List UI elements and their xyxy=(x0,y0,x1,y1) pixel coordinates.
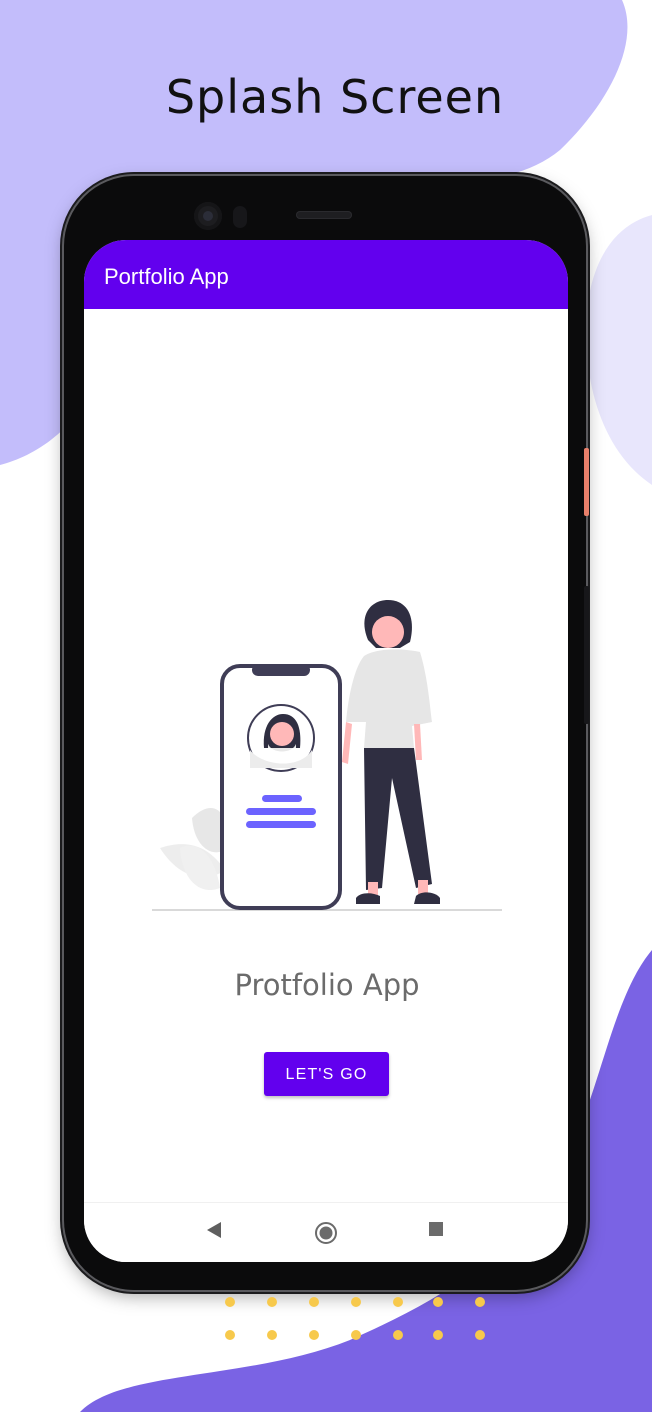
page-headline: Splash Screen xyxy=(165,70,505,124)
illustrated-phone xyxy=(220,664,342,910)
app-name-heading: Protfolio App xyxy=(234,968,420,1002)
phone-screen: Portfolio App Protfolio App LET'S GO xyxy=(84,240,568,1262)
right-light-blob xyxy=(585,215,652,485)
front-camera xyxy=(194,202,222,230)
phone-volume-button xyxy=(584,586,589,724)
text-line-1 xyxy=(262,795,302,802)
app-bar-title: Portfolio App xyxy=(104,264,229,289)
lets-go-button[interactable]: LET'S GO xyxy=(264,1052,389,1096)
system-navigation-bar xyxy=(84,1202,568,1262)
back-triangle-icon[interactable] xyxy=(206,1221,222,1244)
woman-figure xyxy=(342,600,440,904)
profile-illustration xyxy=(152,600,502,911)
recents-square-icon[interactable] xyxy=(428,1221,444,1242)
decorative-dots xyxy=(225,1297,485,1340)
earpiece-speaker xyxy=(296,211,352,219)
app-bar: Portfolio App xyxy=(84,240,568,309)
leaf-shapes xyxy=(160,808,229,891)
home-circle-icon[interactable] xyxy=(314,1221,338,1250)
text-line-3 xyxy=(246,821,316,828)
phone-power-button xyxy=(584,448,589,516)
proximity-sensor xyxy=(233,206,247,228)
text-line-2 xyxy=(246,808,316,815)
